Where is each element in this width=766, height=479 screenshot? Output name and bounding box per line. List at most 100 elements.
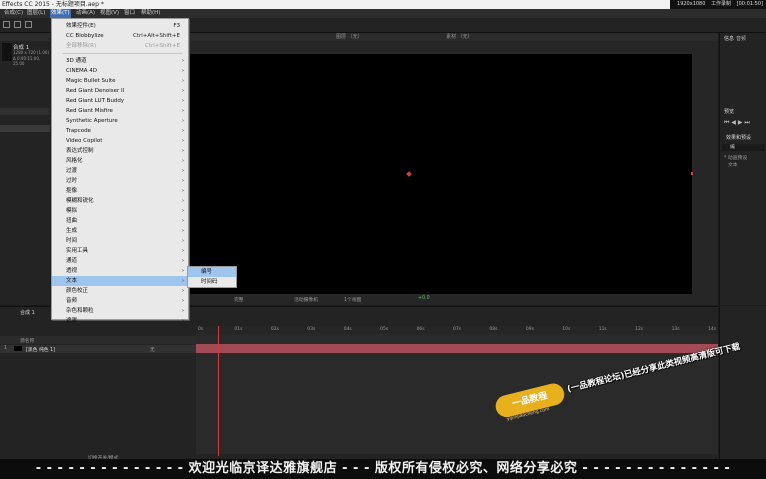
effects-category-item[interactable]: 过渡 › — [52, 166, 188, 176]
effects-category-item[interactable]: 透视 › — [52, 266, 188, 276]
effects-category-item[interactable]: 扭曲 › — [52, 216, 188, 226]
menu-window[interactable]: 窗口 — [124, 9, 135, 18]
category-label: 表达式控制 — [66, 148, 94, 154]
effects-category-item[interactable]: 模拟 › — [52, 206, 188, 216]
effects-category-item[interactable]: 音频 › — [52, 296, 188, 306]
menu-help[interactable]: 帮助(H) — [141, 9, 160, 18]
text-submenu-item[interactable]: 时间码 — [188, 277, 236, 287]
effects-tree-item-text[interactable]: 文本 — [728, 161, 738, 168]
text-submenu-item[interactable]: 编号 — [188, 267, 236, 277]
menu-composition[interactable]: 合成(C) — [4, 9, 23, 18]
preview-panel-title[interactable]: 预览 — [724, 108, 734, 115]
layer-name[interactable]: [黑色 纯色 1] — [26, 346, 55, 353]
effects-category-item[interactable]: Red Giant Misfire › — [52, 106, 188, 116]
category-label: Red Giant LUT Buddy — [66, 98, 125, 104]
effects-category-item[interactable]: Video Copilot › — [52, 136, 188, 146]
views-select[interactable]: 1个视图 — [344, 296, 361, 303]
effects-category-item[interactable]: 表达式控制 › — [52, 146, 188, 156]
project-panel-header — [0, 33, 50, 41]
effects-category-item[interactable]: 实用工具 › — [52, 246, 188, 256]
menu-effects[interactable]: 效果(T) — [50, 9, 71, 18]
effects-category-item[interactable]: 遮罩 › — [52, 316, 188, 326]
info-panel-title[interactable]: 信息 — [724, 35, 734, 42]
exposure-value[interactable]: +0.0 — [418, 296, 430, 301]
effects-menu-item[interactable]: 效果控件(E) F3 — [52, 21, 188, 31]
camera-select[interactable]: 活动摄像机 — [294, 296, 318, 303]
project-panel: 合成 1 1280 x 720 (1.00) Δ 0:00:15:00, 25.… — [0, 33, 50, 305]
current-time-indicator[interactable] — [218, 326, 219, 456]
effects-category-item[interactable]: Red Giant Denoiser II › — [52, 86, 188, 96]
menu-view[interactable]: 视图(V) — [100, 9, 119, 18]
effects-category-item[interactable]: CINEMA 4D › — [52, 66, 188, 76]
viewer-header: 图层 （无） 素材 （无） — [186, 33, 718, 41]
comp-duration: Δ 0:00:15:00, 25.00 — [13, 56, 41, 66]
zoom-select[interactable]: 完整 — [234, 296, 244, 303]
menu-item-shortcut: F3 — [173, 23, 180, 29]
anchor-point-marker[interactable] — [406, 171, 412, 177]
hand-tool-icon[interactable] — [25, 21, 32, 28]
effects-category-item[interactable]: Red Giant LUT Buddy › — [52, 96, 188, 106]
effects-category-item[interactable]: 文本 › — [52, 276, 188, 286]
submenu-arrow-icon: › — [182, 58, 184, 64]
effects-category-item[interactable]: Synthetic Aperture › — [52, 116, 188, 126]
comp-info: 1280 x 720 (1.00) — [13, 50, 50, 55]
effects-tree-item-presets[interactable]: * 动画预设 — [724, 154, 747, 161]
effects-category-item[interactable]: 时间 › — [52, 236, 188, 246]
effects-search-input[interactable]: 编 — [722, 144, 765, 151]
ruler-tick-label: 09s — [525, 327, 534, 332]
playback-controls[interactable]: ⏮ ◀ ▶ ⏭ — [724, 119, 750, 127]
effects-category-item[interactable]: Magic Bullet Suite › — [52, 76, 188, 86]
edge-marker — [691, 172, 693, 175]
category-label: Video Copilot — [66, 138, 103, 144]
menu-item-label: 全部移除(R) — [66, 43, 97, 49]
effects-category-item[interactable]: 通道 › — [52, 256, 188, 266]
effects-menu: 效果控件(E) F3 CC Blobbylize Ctrl+Alt+Shift+E 全部… — [51, 18, 189, 324]
source-name-column: 源名称 — [20, 339, 35, 344]
ruler-tick-label: 02s — [270, 327, 279, 332]
banner-text: - - - - - - - - - - - - - - 欢迎光临京译达雅旗舰店 … — [35, 461, 731, 476]
category-label: 遮罩 — [66, 318, 78, 324]
effects-category-item[interactable]: 风格化 › — [52, 156, 188, 166]
submenu-arrow-icon: › — [182, 198, 184, 204]
menu-item-label: CC Blobbylize — [66, 33, 104, 39]
home-tool-icon[interactable] — [3, 21, 10, 28]
ruler-tick-label: 01s — [234, 327, 243, 332]
viewer-canvas[interactable] — [188, 54, 693, 294]
project-list-header — [0, 108, 50, 115]
effects-category-item[interactable]: 生成 › — [52, 226, 188, 236]
effects-category-item[interactable]: 过时 › — [52, 176, 188, 186]
selection-tool-icon[interactable] — [14, 21, 21, 28]
menu-layer[interactable]: 图层(L) — [27, 9, 45, 18]
timeline-tab[interactable]: 合成 1 — [20, 309, 35, 316]
category-label: 通道 — [66, 258, 78, 264]
viewer-footage-label: 素材 （无） — [446, 34, 473, 40]
submenu-arrow-icon: › — [182, 258, 184, 264]
submenu-item-label: 时间码 — [201, 279, 218, 285]
effects-category-item[interactable]: 颜色校正 › — [52, 286, 188, 296]
audio-panel-title[interactable]: 音频 — [736, 35, 746, 42]
ruler-tick-label: 13s — [671, 327, 680, 332]
effects-menu-item[interactable]: CC Blobbylize Ctrl+Alt+Shift+E — [52, 31, 188, 41]
submenu-item-label: 编号 — [201, 269, 213, 275]
effects-category-item[interactable]: Trapcode › — [52, 126, 188, 136]
layer-parent[interactable]: 无 — [150, 346, 155, 353]
menu-animation[interactable]: 动画(A) — [76, 9, 95, 18]
project-list-item[interactable] — [0, 125, 50, 132]
category-label: 过时 — [66, 178, 78, 184]
viewer-controls: 完整 活动摄像机 1个视图 +0.0 — [186, 295, 718, 304]
effects-category-item[interactable]: 杂色和颗粒 › — [52, 306, 188, 316]
ruler-tick-label: 06s — [416, 327, 425, 332]
category-label: 过渡 — [66, 168, 78, 174]
effects-category-item[interactable]: 3D 通道 › — [52, 56, 188, 66]
submenu-arrow-icon: › — [182, 218, 184, 224]
effects-category-item[interactable]: 模糊和锐化 › — [52, 196, 188, 206]
submenu-arrow-icon: › — [182, 278, 184, 284]
effects-presets-title[interactable]: 效果和预设 — [726, 134, 751, 141]
category-label: 杂色和颗粒 — [66, 308, 94, 314]
effects-category-item[interactable]: 抠像 › — [52, 186, 188, 196]
time-ruler[interactable]: 0s 01s 02s 03s 04s 05s 06s 07s 08s 09s 10s 11s 12s 13… — [196, 326, 718, 334]
submenu-arrow-icon: › — [182, 228, 184, 234]
category-label: 生成 — [66, 228, 78, 234]
menu-item-shortcut: Ctrl+Shift+E — [145, 43, 180, 49]
layer-row[interactable]: 1 [黑色 纯色 1] 无 — [0, 345, 196, 353]
